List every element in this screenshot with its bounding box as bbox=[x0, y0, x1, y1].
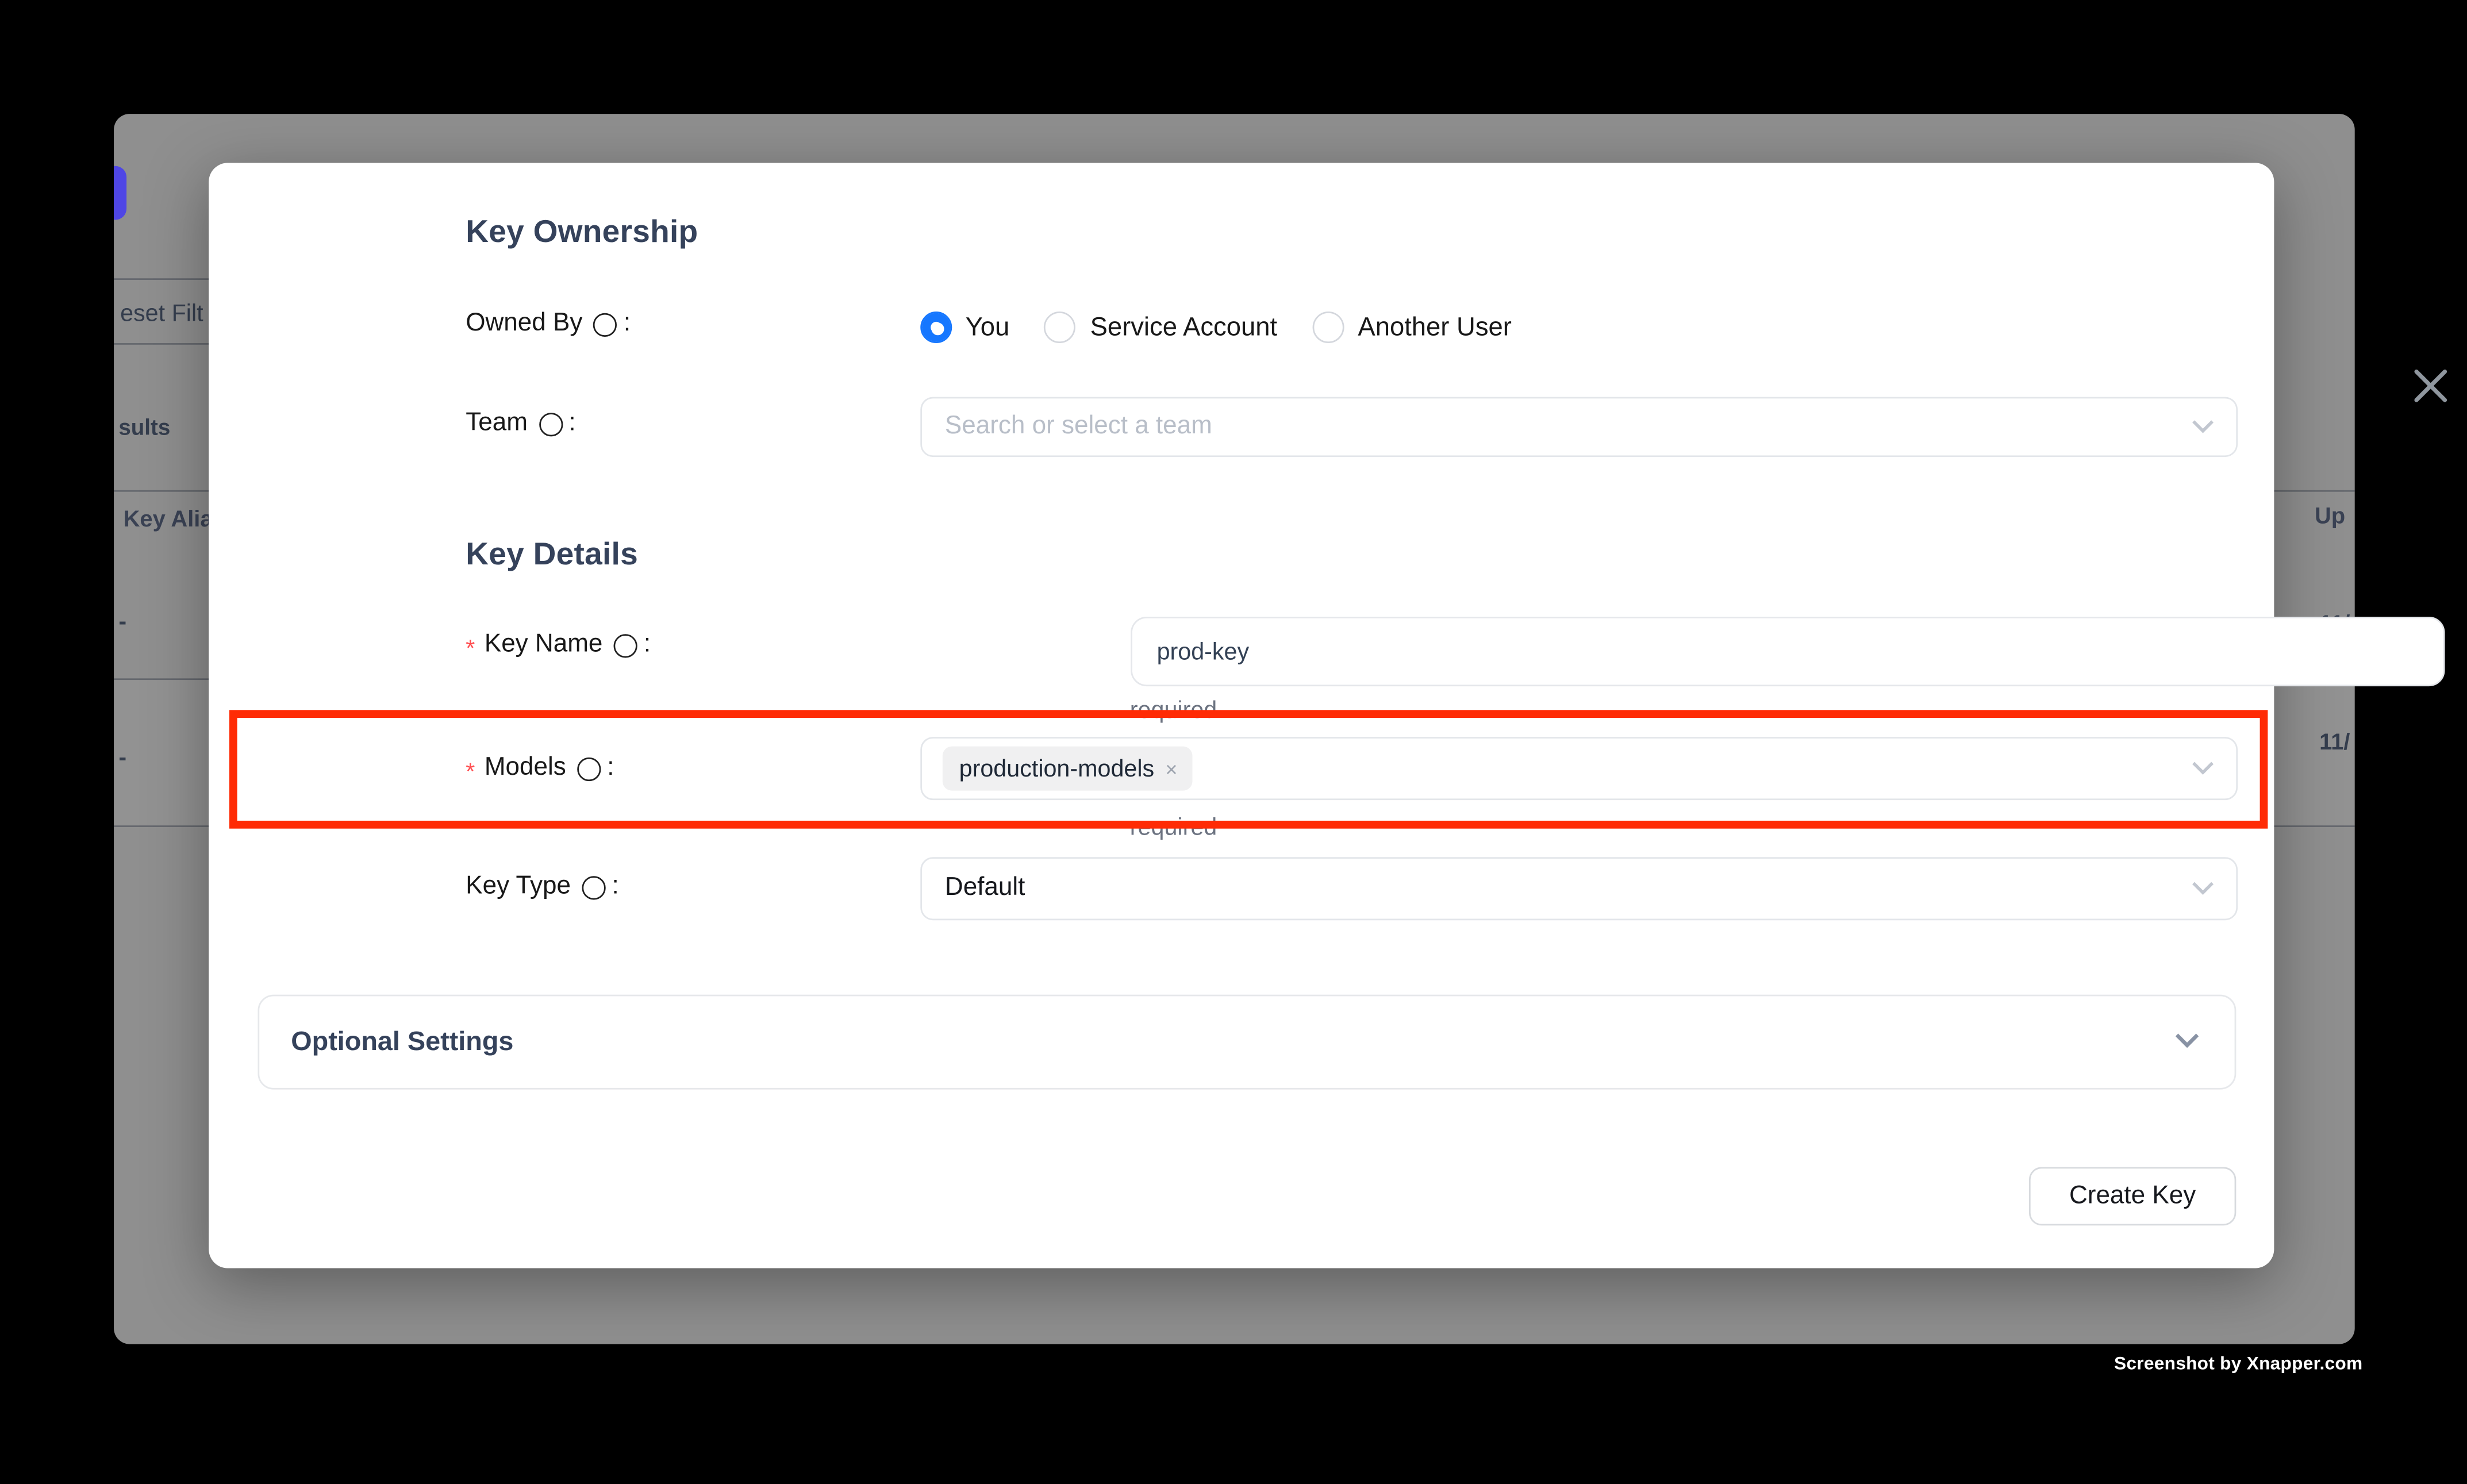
table-row-alias: - bbox=[118, 745, 126, 772]
owned-by-radio-group: You Service Account Another User bbox=[920, 312, 1512, 343]
key-type-select[interactable]: Default bbox=[920, 857, 2237, 920]
divider bbox=[114, 343, 212, 345]
info-icon[interactable] bbox=[614, 633, 637, 657]
section-title-key-details: Key Details bbox=[466, 537, 638, 574]
label-colon: : bbox=[624, 310, 631, 339]
info-icon[interactable] bbox=[577, 756, 601, 780]
key-name-input[interactable] bbox=[1130, 617, 2444, 686]
key-type-label: Key Type bbox=[466, 873, 571, 902]
radio-selected-icon bbox=[920, 312, 951, 343]
key-name-label-row: * Key Name : bbox=[466, 631, 651, 660]
team-label-row: Team : bbox=[466, 410, 575, 439]
owned-by-label: Owned By bbox=[466, 310, 582, 339]
watermark-text: Screenshot by Xnapper.com bbox=[2114, 1355, 2362, 1374]
screenshot: eset Filt sults Key Alia Up - 11/ - 11/ … bbox=[0, 0, 2467, 1484]
column-header-key-alias: Key Alia bbox=[124, 508, 213, 533]
model-tag: production-models × bbox=[942, 747, 1192, 791]
radio-unselected-icon bbox=[1312, 312, 1344, 343]
radio-another-user[interactable]: Another User bbox=[1312, 312, 1512, 343]
chevron-down-icon bbox=[2191, 413, 2214, 441]
radio-label: Service Account bbox=[1090, 312, 1278, 342]
required-asterisk: * bbox=[466, 758, 475, 785]
model-tag-label: production-models bbox=[959, 755, 1155, 782]
reset-filters-button[interactable]: eset Filt bbox=[120, 301, 203, 328]
chevron-down-icon bbox=[2174, 1028, 2200, 1056]
radio-label: Another User bbox=[1358, 312, 1511, 342]
key-name-required-message: required bbox=[1130, 697, 1217, 724]
team-search-input[interactable] bbox=[921, 413, 2123, 441]
create-key-modal: Key Ownership Owned By : You Service Acc… bbox=[208, 163, 2274, 1267]
key-type-value: Default bbox=[921, 874, 1025, 903]
close-button[interactable] bbox=[2410, 366, 2451, 407]
radio-service-account[interactable]: Service Account bbox=[1044, 312, 1277, 343]
table-row-updated: 11/ bbox=[2319, 731, 2350, 756]
team-label: Team bbox=[466, 410, 528, 439]
optional-settings-toggle[interactable]: Optional Settings bbox=[258, 995, 2236, 1089]
models-required-message: required bbox=[1130, 814, 1217, 841]
models-select[interactable]: production-models × bbox=[920, 737, 2237, 800]
radio-you[interactable]: You bbox=[920, 312, 1009, 343]
create-key-button[interactable]: Create Key bbox=[2029, 1167, 2236, 1225]
required-asterisk: * bbox=[466, 635, 475, 662]
owned-by-label-row: Owned By : bbox=[466, 310, 631, 339]
info-icon[interactable] bbox=[582, 875, 605, 899]
label-colon: : bbox=[607, 754, 614, 783]
label-colon: : bbox=[568, 410, 575, 439]
label-colon: : bbox=[612, 873, 619, 902]
radio-label: You bbox=[966, 312, 1010, 342]
table-row-alias: - bbox=[118, 609, 126, 636]
team-select[interactable] bbox=[920, 397, 2237, 457]
label-colon: : bbox=[644, 631, 651, 660]
info-icon[interactable] bbox=[594, 312, 617, 336]
key-name-label: Key Name bbox=[485, 631, 603, 660]
close-icon bbox=[2410, 366, 2451, 407]
partial-blue-button[interactable] bbox=[114, 166, 126, 220]
results-count-label: sults bbox=[118, 414, 170, 440]
tag-remove-icon[interactable]: × bbox=[1165, 758, 1177, 779]
key-type-label-row: Key Type : bbox=[466, 873, 619, 902]
models-label: Models bbox=[485, 754, 566, 783]
chevron-down-icon bbox=[2191, 754, 2214, 783]
models-label-row: * Models : bbox=[466, 754, 614, 783]
radio-unselected-icon bbox=[1044, 312, 1076, 343]
divider bbox=[114, 278, 212, 280]
column-header-updated: Up bbox=[2315, 505, 2345, 530]
section-title-key-ownership: Key Ownership bbox=[466, 215, 698, 251]
optional-settings-title: Optional Settings bbox=[291, 1026, 513, 1058]
info-icon[interactable] bbox=[539, 412, 562, 436]
chevron-down-icon bbox=[2191, 874, 2214, 903]
